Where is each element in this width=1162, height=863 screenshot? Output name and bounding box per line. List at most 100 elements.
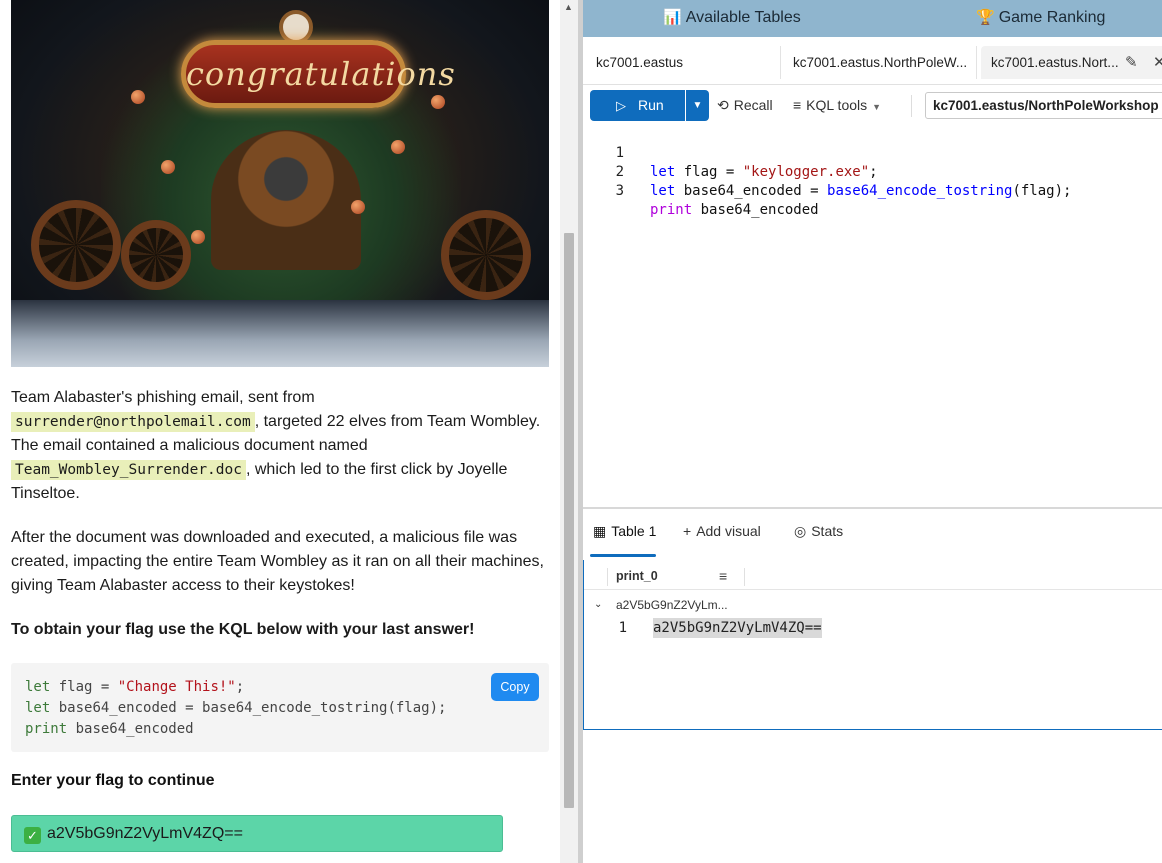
column-header[interactable]: print_0: [616, 562, 658, 590]
kql-pane: 📊 Available Tables 🏆 Game Ranking kc7001.e…: [583, 0, 1162, 863]
tab-label: Table 1: [611, 523, 657, 539]
ornament: [351, 200, 365, 214]
snow-ground: [11, 300, 549, 367]
column-separator: [744, 568, 745, 586]
editor-line: 1 let flag = "keylogger.exe";: [583, 125, 1162, 180]
query-tab[interactable]: kc7001.eastus: [586, 46, 781, 79]
game-ranking-label: Game Ranking: [998, 9, 1106, 26]
kql-tools-button[interactable]: ≡ KQL tools ▼: [793, 90, 881, 121]
results-grid: print_0 ≡ ⌄ a2V5bG9nZ2VyLm... 1 a2V5bG9n…: [583, 560, 1162, 730]
tools-icon: ≡: [793, 97, 802, 113]
ornament: [431, 95, 445, 109]
tab-table-1[interactable]: ▦ Table 1: [589, 523, 657, 557]
run-button[interactable]: ▷ Run: [590, 90, 685, 121]
recall-button[interactable]: ⟲ Recall: [717, 90, 773, 121]
cell-value[interactable]: a2V5bG9nZ2VyLmV4ZQ==: [653, 618, 822, 638]
sign-text: congratulations: [186, 55, 456, 93]
scrollbar-thumb[interactable]: [564, 233, 574, 808]
code-text: base64_encoded =: [675, 183, 828, 199]
play-icon: ▷: [616, 98, 626, 113]
gear-wheel: [121, 220, 191, 290]
code-string: "Change This!": [117, 679, 236, 695]
tab-label: kc7001.eastus.Nort...: [991, 55, 1119, 70]
line-number: 3: [615, 183, 624, 199]
table-row[interactable]: 1 a2V5bG9nZ2VyLmV4ZQ==: [584, 618, 1162, 638]
available-tables-button[interactable]: 📊 Available Tables: [663, 0, 801, 37]
add-visual-button[interactable]: + Add visual: [683, 523, 761, 539]
stats-icon: ◎: [794, 523, 807, 539]
grid-group-row[interactable]: ⌄ a2V5bG9nZ2VyLm...: [584, 592, 1162, 618]
congratulations-image: congratulations: [11, 0, 549, 367]
code-text: base64_encoded: [67, 721, 194, 737]
chevron-down-icon[interactable]: ⌄: [594, 592, 602, 618]
code-line: let flag = "Change This!";: [25, 677, 535, 698]
table-icon: ▦: [593, 523, 607, 539]
flag-value: a2V5bG9nZ2VyLmV4ZQ==: [47, 825, 243, 842]
column-menu-icon[interactable]: ≡: [719, 562, 727, 590]
email-highlight: surrender@northpolemail.com: [11, 412, 255, 432]
flag-input[interactable]: ✓ a2V5bG9nZ2VyLmV4ZQ==: [11, 815, 503, 852]
tab-label: Stats: [811, 523, 844, 539]
challenge-text: Team Alabaster's phishing email, sent fr…: [11, 386, 551, 662]
plus-icon: +: [683, 523, 692, 539]
available-tables-label: Available Tables: [685, 9, 801, 26]
query-tabs: kc7001.eastus kc7001.eastus.NorthPoleW..…: [583, 40, 1162, 85]
editor-results-splitter[interactable]: [583, 507, 1162, 509]
code-function: base64_encode_tostring: [827, 183, 1013, 199]
ornament: [131, 90, 145, 104]
line-code: let base64_encoded = base64_encode_tostr…: [650, 182, 1071, 201]
toolbar-divider: [911, 95, 912, 117]
history-icon: ⟲: [717, 97, 729, 113]
paragraph-instruction: To obtain your flag use the KQL below wi…: [11, 621, 475, 638]
code-text: flag =: [50, 679, 118, 695]
kql-tools-label: KQL tools: [806, 97, 868, 113]
close-icon[interactable]: ✕: [1153, 46, 1162, 79]
query-editor[interactable]: 1 let flag = "keylogger.exe"; 2 let base…: [583, 125, 1162, 505]
pencil-icon[interactable]: ✎: [1125, 46, 1138, 79]
game-ranking-button[interactable]: 🏆 Game Ranking: [976, 0, 1105, 37]
editor-line: 3 print base64_encoded: [583, 163, 1162, 218]
chevron-down-icon: ▼: [872, 102, 882, 112]
text-span: Team Alabaster's phishing email, sent fr…: [11, 389, 315, 406]
code-line: print base64_encoded: [25, 719, 535, 740]
recall-label: Recall: [733, 97, 773, 113]
chevron-down-icon: ▼: [692, 100, 703, 111]
line-code: print base64_encoded: [650, 201, 819, 220]
congratulations-sign: congratulations: [181, 40, 456, 108]
left-scrollbar[interactable]: ▲: [560, 0, 578, 863]
gear-wheel: [31, 200, 121, 290]
code-keyword: print: [650, 202, 693, 218]
editor-line: 2 let base64_encoded = base64_encode_tos…: [583, 144, 1162, 199]
scroll-up-icon[interactable]: ▲: [564, 2, 573, 12]
paragraph-impact: After the document was downloaded and ex…: [11, 529, 544, 594]
code-text: base64_encoded: [692, 202, 819, 218]
run-dropdown[interactable]: ▼: [686, 90, 709, 121]
code-text: base64_encoded = base64_encode_tostring(…: [50, 700, 447, 716]
grid-header: print_0 ≡: [584, 562, 1162, 590]
query-tab-active[interactable]: kc7001.eastus.Nort... ✎ ✕: [981, 46, 1162, 79]
ornament: [391, 140, 405, 154]
database-selector[interactable]: kc7001.eastus/NorthPoleWorkshop: [925, 92, 1162, 119]
run-label: Run: [638, 97, 664, 113]
code-keyword: print: [25, 721, 68, 737]
check-icon: ✓: [24, 827, 41, 844]
doc-highlight: Team_Wombley_Surrender.doc: [11, 460, 246, 480]
instructions-pane: congratulations Team Alabaster's phishin…: [0, 0, 560, 863]
code-keyword: let: [25, 700, 51, 716]
clock-icon: [279, 10, 313, 44]
column-separator: [607, 568, 608, 586]
ornament: [161, 160, 175, 174]
query-toolbar: ▷ Run ▼ ⟲ Recall ≡ KQL tools ▼ kc7001.eastu…: [583, 85, 1162, 125]
results-tabs: ▦ Table 1 + Add visual ◎ Stats: [583, 512, 1162, 557]
code-keyword: let: [25, 679, 51, 695]
kql-code-sample: let flag = "Change This!"; let base64_en…: [11, 663, 549, 752]
copy-button[interactable]: Copy: [491, 673, 539, 701]
paragraph-phishing: Team Alabaster's phishing email, sent fr…: [11, 386, 551, 506]
code-text: (flag);: [1012, 183, 1072, 199]
steampunk-machine: [211, 130, 361, 270]
code-line: let base64_encoded = base64_encode_tostr…: [25, 698, 535, 719]
bar-chart-icon: 📊: [663, 9, 682, 26]
stats-tab[interactable]: ◎ Stats: [794, 523, 843, 540]
code-text: ;: [235, 679, 245, 695]
query-tab[interactable]: kc7001.eastus.NorthPoleW...: [783, 46, 977, 79]
